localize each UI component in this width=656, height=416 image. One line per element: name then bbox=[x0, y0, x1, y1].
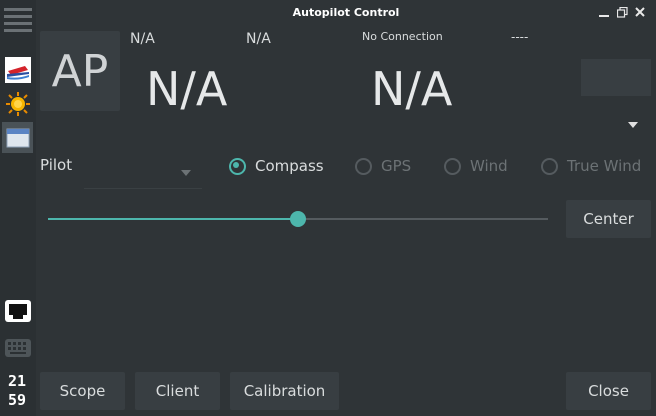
scope-button[interactable]: Scope bbox=[40, 372, 125, 410]
right-dropdown[interactable] bbox=[581, 110, 651, 140]
radio-true-wind[interactable] bbox=[541, 157, 558, 175]
center-button[interactable]: Center bbox=[566, 200, 651, 238]
mode-true-wind-label: True Wind bbox=[567, 157, 642, 175]
calibration-button[interactable]: Calibration bbox=[230, 372, 339, 410]
mode-gps[interactable]: GPS bbox=[355, 157, 411, 175]
gain-display[interactable] bbox=[581, 59, 651, 96]
title-bar: Autopilot Control bbox=[36, 0, 656, 26]
command-value: N/A bbox=[371, 62, 453, 116]
network-icon[interactable] bbox=[2, 296, 33, 327]
mode-compass-label: Compass bbox=[255, 157, 324, 175]
mode-gps-label: GPS bbox=[381, 157, 412, 175]
command-slider[interactable] bbox=[48, 210, 548, 228]
restore-icon[interactable] bbox=[614, 4, 630, 20]
pilot-select[interactable] bbox=[84, 157, 202, 189]
window-icon[interactable] bbox=[2, 122, 33, 153]
sun-icon[interactable] bbox=[2, 88, 33, 119]
window-title: Autopilot Control bbox=[292, 6, 400, 19]
radio-compass[interactable] bbox=[229, 157, 246, 175]
minimize-icon[interactable] bbox=[596, 4, 612, 20]
sidebar: 21 59 bbox=[0, 0, 36, 416]
radio-gps[interactable] bbox=[355, 157, 372, 175]
slider-fill bbox=[48, 218, 298, 220]
close-icon[interactable] bbox=[632, 4, 648, 20]
ap-button[interactable]: AP bbox=[40, 31, 120, 111]
keyboard-icon[interactable] bbox=[2, 332, 33, 363]
chevron-down-icon bbox=[628, 122, 638, 128]
heading-value: N/A bbox=[146, 62, 228, 116]
pilot-label: Pilot bbox=[40, 156, 73, 174]
boat-icon[interactable] bbox=[2, 54, 33, 85]
clock: 21 59 bbox=[0, 372, 34, 410]
clock-hours: 21 bbox=[7, 372, 27, 390]
command-label: N/A bbox=[246, 31, 271, 47]
client-button[interactable]: Client bbox=[135, 372, 220, 410]
connection-status: No Connection bbox=[362, 30, 443, 43]
slider-handle[interactable] bbox=[290, 211, 306, 227]
heading-label: N/A bbox=[130, 31, 155, 47]
mode-wind[interactable]: Wind bbox=[444, 157, 508, 175]
menu-icon[interactable] bbox=[2, 4, 33, 35]
radio-wind[interactable] bbox=[444, 157, 461, 175]
status-dashes: ---- bbox=[511, 30, 529, 44]
mode-true-wind[interactable]: True Wind bbox=[541, 157, 641, 175]
close-button[interactable]: Close bbox=[566, 372, 651, 410]
clock-minutes: 59 bbox=[7, 391, 27, 409]
chevron-down-icon bbox=[181, 170, 191, 176]
mode-wind-label: Wind bbox=[470, 157, 508, 175]
mode-compass[interactable]: Compass bbox=[229, 157, 324, 175]
